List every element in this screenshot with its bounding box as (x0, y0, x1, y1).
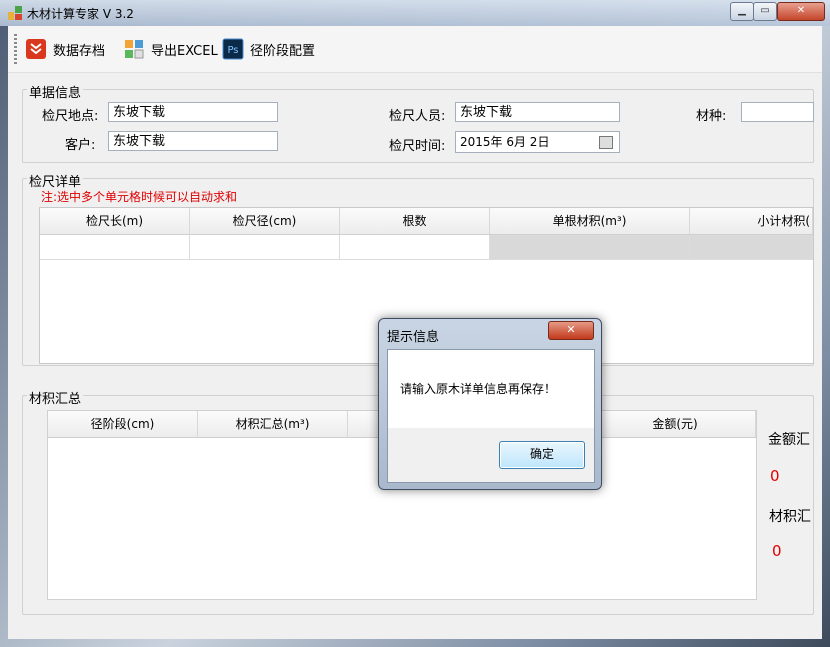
volume-total-label: 材积汇 (769, 509, 811, 525)
auto-sum-note: 注:选中多个单元格时候可以自动求和 (41, 190, 238, 204)
excel-export-icon (125, 40, 144, 59)
dialog-close-button[interactable]: ✕ (548, 321, 594, 340)
cell-subtotal-volume (690, 235, 813, 259)
species-label: 材种: (696, 109, 727, 124)
inspector-input[interactable]: 东坡下载 (455, 102, 620, 122)
date-picker[interactable]: 2015年 6月 2日 (455, 131, 620, 153)
title-bar[interactable]: 木材计算专家 V 3.2 ▁ ▭ ✕ (0, 0, 830, 26)
calendar-icon[interactable] (599, 136, 613, 149)
export-excel-button[interactable]: 导出EXCEL (123, 36, 218, 62)
minimize-button[interactable]: ▁ (730, 2, 754, 21)
col-volume-total[interactable]: 材积汇总(m³) (198, 411, 348, 437)
app-window: 木材计算专家 V 3.2 ▁ ▭ ✕ 数据存档 导出EXCEL Ps 径阶段配置… (0, 0, 830, 647)
diameter-config-button[interactable]: Ps 径阶段配置 (222, 36, 315, 62)
export-excel-label: 导出EXCEL (151, 43, 218, 59)
save-archive-icon (26, 39, 46, 59)
order-info-title: 单据信息 (27, 82, 84, 101)
col-diameter-range[interactable]: 径阶段(cm) (48, 411, 198, 437)
save-archive-button[interactable]: 数据存档 (25, 36, 105, 62)
svg-text:Ps: Ps (227, 45, 238, 56)
table-row[interactable] (40, 235, 813, 260)
dialog-message: 请输入原木详单信息再保存！ (400, 382, 557, 396)
col-unit-volume[interactable]: 单根材积(m³) (490, 208, 690, 234)
dialog-body: 请输入原木详单信息再保存！ 确定 (387, 349, 595, 483)
detail-grid-header: 检尺长(m) 检尺径(cm) 根数 单根材积(m³) 小计材积( (40, 208, 813, 235)
location-input[interactable]: 东坡下载 (108, 102, 278, 122)
col-amount[interactable]: 金额(元) (595, 411, 756, 437)
time-label: 检尺时间: (389, 139, 446, 154)
location-label: 检尺地点: (42, 109, 99, 124)
ps-config-icon: Ps (222, 38, 244, 60)
app-logo-icon (8, 6, 22, 20)
summary-title: 材积汇总 (27, 388, 84, 407)
col-diameter[interactable]: 检尺径(cm) (190, 208, 340, 234)
col-subtotal-volume[interactable]: 小计材积( (690, 208, 813, 234)
species-input[interactable] (741, 102, 814, 122)
inspector-label: 检尺人员: (389, 109, 446, 124)
amount-total-value: 0 (770, 467, 780, 485)
close-window-button[interactable]: ✕ (777, 2, 825, 21)
customer-label: 客户: (65, 138, 96, 153)
ok-button[interactable]: 确定 (499, 441, 585, 469)
cell-length[interactable] (40, 235, 190, 259)
col-length[interactable]: 检尺长(m) (40, 208, 190, 234)
col-count[interactable]: 根数 (340, 208, 490, 234)
toolbar-grip-icon[interactable] (14, 34, 17, 64)
cell-diameter[interactable] (190, 235, 340, 259)
window-title: 木材计算专家 V 3.2 (27, 7, 134, 21)
diameter-config-label: 径阶段配置 (250, 43, 316, 59)
dialog-footer: 确定 (388, 428, 594, 482)
cell-unit-volume (490, 235, 690, 259)
toolbar: 数据存档 导出EXCEL Ps 径阶段配置 (8, 26, 822, 73)
maximize-button[interactable]: ▭ (753, 2, 777, 21)
amount-total-label: 金额汇 (768, 432, 810, 448)
customer-input[interactable]: 东坡下载 (108, 131, 278, 151)
cell-count[interactable] (340, 235, 490, 259)
dialog-title: 提示信息 (387, 330, 440, 345)
alert-dialog: 提示信息 ✕ 请输入原木详单信息再保存！ 确定 (378, 318, 602, 490)
volume-total-value: 0 (772, 542, 782, 560)
date-value: 2015年 6月 2日 (460, 135, 550, 149)
save-archive-label: 数据存档 (53, 43, 106, 59)
